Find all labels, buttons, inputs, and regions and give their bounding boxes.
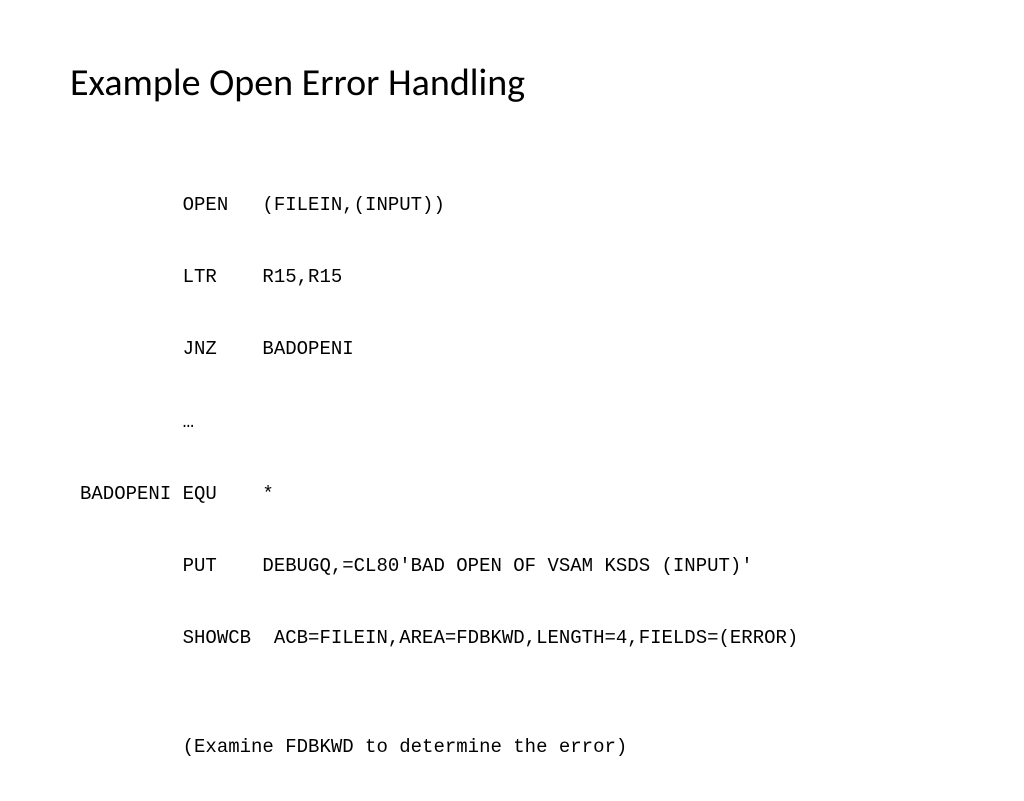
code-line: LTR R15,R15: [80, 259, 954, 295]
code-line: (Examine FDBKWD to determine the error): [80, 729, 954, 765]
code-line: PUT DEBUGQ,=CL80'BAD OPEN OF VSAM KSDS (…: [80, 548, 954, 584]
code-line: OPEN (FILEIN,(INPUT)): [80, 187, 954, 223]
code-line: …: [80, 404, 954, 440]
code-line: SHOWCB ACB=FILEIN,AREA=FDBKWD,LENGTH=4,F…: [80, 620, 954, 656]
code-line: BADOPENI EQU *: [80, 476, 954, 512]
code-example-block: OPEN (FILEIN,(INPUT)) LTR R15,R15 JNZ BA…: [80, 151, 954, 801]
slide-title: Example Open Error Handling: [70, 60, 954, 106]
code-line: JNZ BADOPENI: [80, 331, 954, 367]
